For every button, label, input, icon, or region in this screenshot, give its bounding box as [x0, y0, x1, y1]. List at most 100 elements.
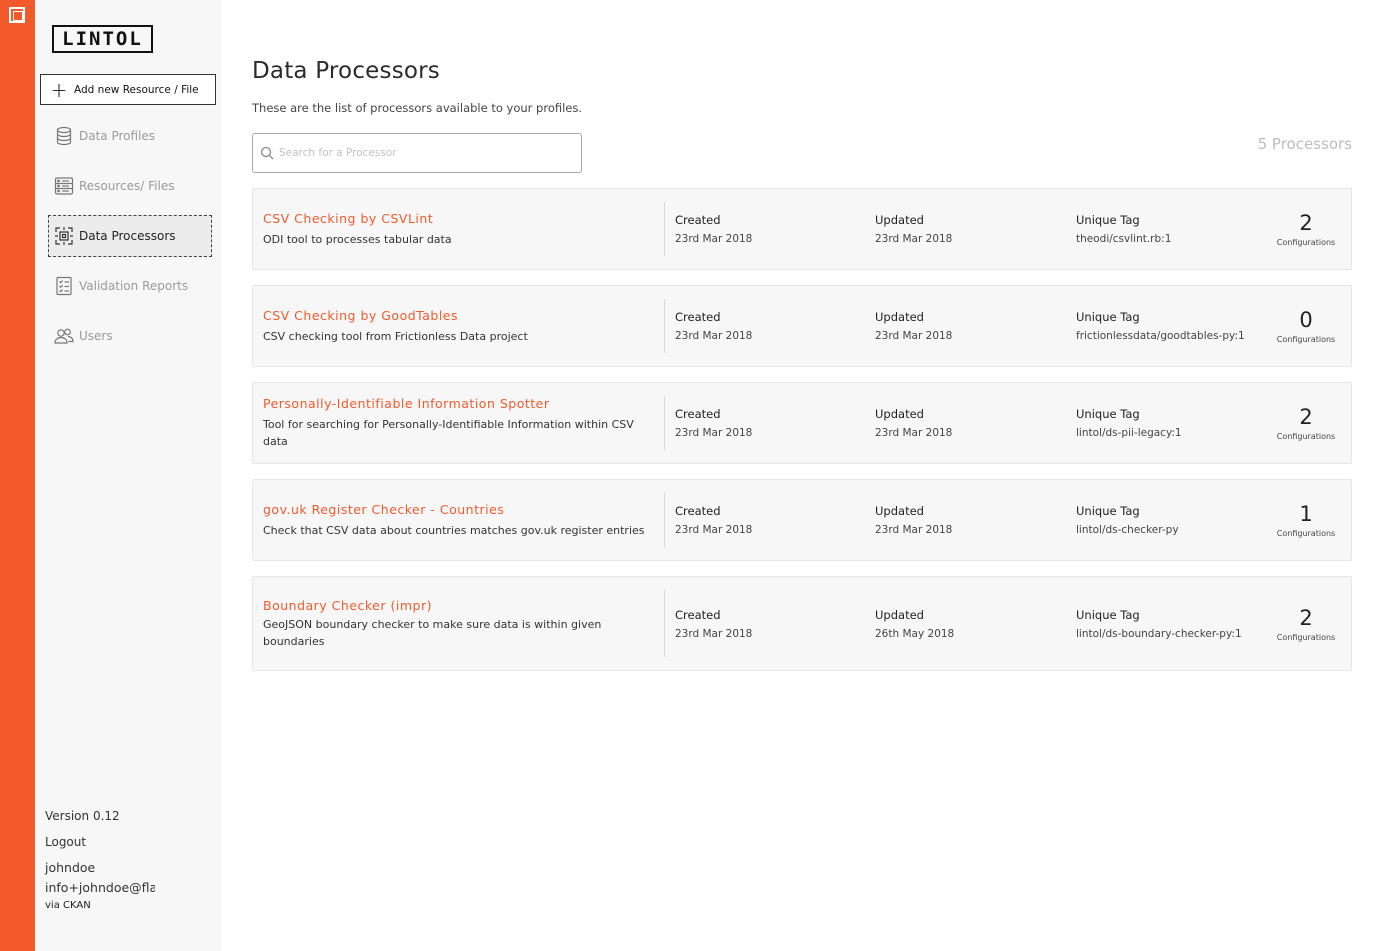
- processor-name[interactable]: CSV Checking by GoodTables: [263, 308, 660, 323]
- updated-label: Updated: [875, 310, 924, 324]
- files-icon: [49, 176, 79, 196]
- add-resource-label: Add new Resource / File: [74, 83, 199, 96]
- sidebar-item-validation-reports[interactable]: Validation Reports: [48, 265, 212, 307]
- processor-name[interactable]: gov.uk Register Checker - Countries: [263, 502, 660, 517]
- tag-column: Unique Tag lintol/ds-boundary-checker-py…: [1076, 608, 1242, 640]
- processor-card[interactable]: Personally-Identifiable Information Spot…: [252, 382, 1352, 464]
- updated-column: Updated 23rd Mar 2018: [875, 310, 952, 342]
- configurations-column: 2 Configurations: [1275, 405, 1337, 441]
- processor-description: CSV checking tool from Frictionless Data…: [263, 329, 528, 343]
- created-label: Created: [675, 310, 721, 324]
- created-label: Created: [675, 607, 721, 622]
- processor-card[interactable]: CSV Checking by GoodTables CSV checking …: [252, 285, 1352, 367]
- processor-info: gov.uk Register Checker - Countries Chec…: [253, 493, 665, 547]
- updated-label: Updated: [875, 504, 924, 518]
- unique-tag-value: frictionlessdata/goodtables-py:1: [1076, 330, 1245, 342]
- updated-label: Updated: [875, 213, 924, 227]
- page-subtitle: These are the list of processors availab…: [252, 101, 583, 115]
- created-date: 23rd Mar 2018: [675, 233, 753, 245]
- processor-description: Tool for searching for Personally-Identi…: [263, 418, 634, 448]
- configurations-count: 2: [1299, 211, 1313, 235]
- sidebar-item-label: Users: [79, 329, 113, 343]
- unique-tag-label: Unique Tag: [1076, 213, 1140, 227]
- configurations-label: Configurations: [1276, 632, 1336, 642]
- created-label: Created: [675, 504, 721, 518]
- configurations-column: 2 Configurations: [1275, 606, 1337, 642]
- configurations-label: Configurations: [1276, 238, 1336, 247]
- created-date: 23rd Mar 2018: [675, 627, 753, 640]
- unique-tag-label: Unique Tag: [1076, 310, 1140, 324]
- updated-date: 23rd Mar 2018: [875, 427, 953, 439]
- sidebar-footer: Version 0.12 Logout johndoe info+johndoe…: [45, 808, 215, 911]
- plus-icon: +: [50, 77, 68, 102]
- page-title: Data Processors: [252, 58, 440, 84]
- updated-label: Updated: [875, 407, 924, 421]
- processor-description: ODI tool to processes tabular data: [263, 232, 452, 246]
- processor-name[interactable]: Personally-Identifiable Information Spot…: [263, 396, 660, 411]
- auth-provider-text: via CKAN: [45, 900, 91, 911]
- add-resource-button[interactable]: + Add new Resource / File: [40, 74, 216, 105]
- tag-column: Unique Tag lintol/ds-checker-py: [1076, 504, 1179, 536]
- configurations-column: 1 Configurations: [1275, 502, 1337, 538]
- sidebar-item-users[interactable]: Users: [48, 315, 212, 357]
- sidebar-item-data-processors[interactable]: Data Processors: [48, 215, 212, 257]
- unique-tag-value: lintol/ds-boundary-checker-py:1: [1076, 627, 1242, 640]
- sidebar-item-data-profiles[interactable]: Data Profiles: [48, 115, 212, 157]
- configurations-count: 2: [1299, 405, 1313, 429]
- processor-name[interactable]: Boundary Checker (impr): [263, 598, 660, 613]
- app-root: LINTOL + Add new Resource / File Data Pr…: [0, 0, 1393, 951]
- created-column: Created 23rd Mar 2018: [675, 504, 752, 536]
- lintol-logo[interactable]: LINTOL: [52, 25, 153, 53]
- processor-card[interactable]: Boundary Checker (impr) GeoJSON boundary…: [252, 576, 1352, 671]
- configurations-column: 2 Configurations: [1275, 211, 1337, 247]
- unique-tag-value: lintol/ds-pii-legacy:1: [1076, 427, 1182, 439]
- email-text: info+johndoe@fla: [45, 880, 155, 895]
- tag-column: Unique Tag frictionlessdata/goodtables-p…: [1076, 310, 1245, 342]
- processor-description: GeoJSON boundary checker to make sure da…: [263, 617, 602, 648]
- configurations-count: 0: [1299, 308, 1313, 332]
- sidebar-item-label: Data Profiles: [79, 129, 156, 143]
- processor-card[interactable]: CSV Checking by CSVLint ODI tool to proc…: [252, 188, 1352, 270]
- unique-tag-value: lintol/ds-checker-py: [1076, 524, 1179, 536]
- processor-info: CSV Checking by GoodTables CSV checking …: [253, 299, 665, 353]
- configurations-label: Configurations: [1276, 335, 1336, 344]
- unique-tag-label: Unique Tag: [1076, 504, 1140, 518]
- version-text: Version 0.12: [45, 809, 120, 823]
- configurations-label: Configurations: [1276, 432, 1336, 441]
- processor-info: Boundary Checker (impr) GeoJSON boundary…: [253, 590, 665, 657]
- created-label: Created: [675, 407, 721, 421]
- processor-count: 5 Processors: [1257, 135, 1352, 153]
- updated-date: 23rd Mar 2018: [875, 233, 953, 245]
- updated-date: 26th May 2018: [875, 627, 955, 640]
- sidebar-nav: Data Profiles Resources/ Files Data Proc…: [48, 115, 212, 365]
- created-column: Created 23rd Mar 2018: [675, 213, 752, 245]
- unique-tag-label: Unique Tag: [1076, 407, 1140, 421]
- logout-link[interactable]: Logout: [45, 834, 215, 860]
- orange-rail: [0, 0, 35, 951]
- sidebar: LINTOL + Add new Resource / File Data Pr…: [35, 0, 221, 951]
- unique-tag-label: Unique Tag: [1076, 607, 1140, 622]
- updated-date: 23rd Mar 2018: [875, 524, 953, 536]
- sidebar-item-resources-files[interactable]: Resources/ Files: [48, 165, 212, 207]
- unique-tag-value: theodi/csvlint.rb:1: [1076, 233, 1172, 245]
- processor-card[interactable]: gov.uk Register Checker - Countries Chec…: [252, 479, 1352, 561]
- configurations-column: 0 Configurations: [1275, 308, 1337, 344]
- updated-date: 23rd Mar 2018: [875, 330, 953, 342]
- created-date: 23rd Mar 2018: [675, 524, 753, 536]
- sidebar-item-label: Validation Reports: [79, 279, 189, 293]
- updated-column: Updated 23rd Mar 2018: [875, 213, 952, 245]
- configurations-label: Configurations: [1276, 529, 1336, 538]
- configurations-count: 2: [1299, 605, 1313, 630]
- search-box[interactable]: [252, 133, 582, 173]
- processor-list: CSV Checking by CSVLint ODI tool to proc…: [252, 188, 1352, 686]
- tag-column: Unique Tag lintol/ds-pii-legacy:1: [1076, 407, 1182, 439]
- search-icon: [255, 146, 279, 160]
- created-column: Created 23rd Mar 2018: [675, 608, 752, 640]
- created-column: Created 23rd Mar 2018: [675, 407, 752, 439]
- window-icon[interactable]: [9, 7, 25, 23]
- processor-name[interactable]: CSV Checking by CSVLint: [263, 211, 660, 226]
- users-icon: [49, 326, 79, 346]
- created-date: 23rd Mar 2018: [675, 427, 753, 439]
- updated-column: Updated 23rd Mar 2018: [875, 504, 952, 536]
- search-input[interactable]: [279, 147, 569, 159]
